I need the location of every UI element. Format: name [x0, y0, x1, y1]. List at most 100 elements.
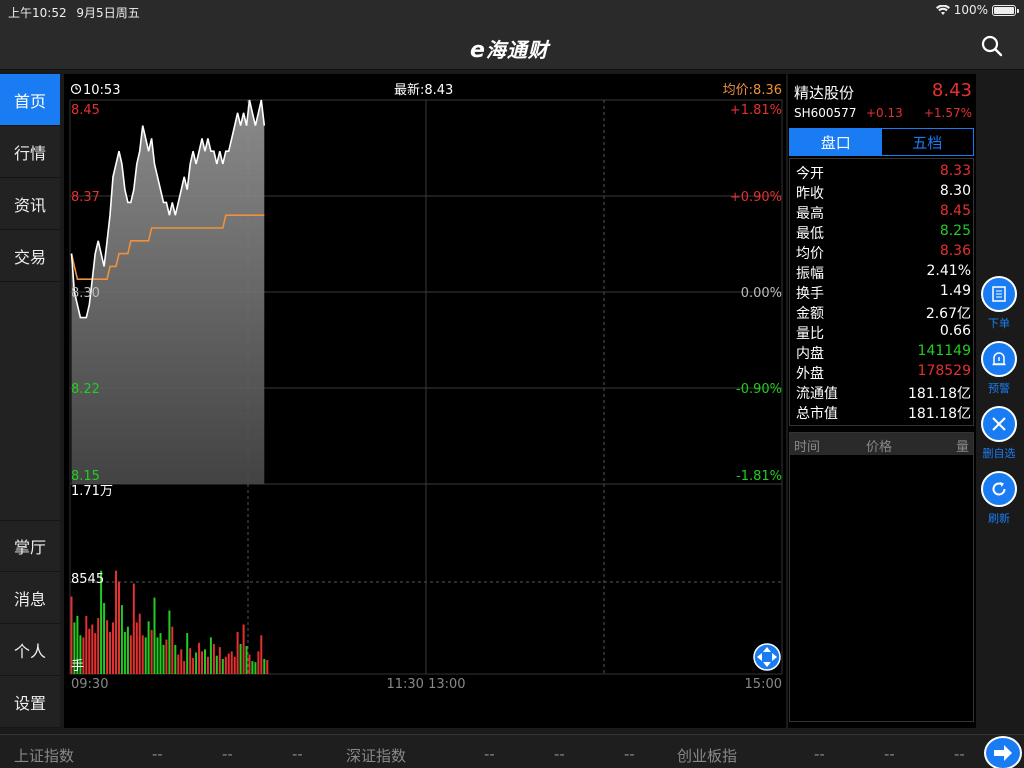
- index-change: --: [884, 745, 895, 763]
- stat-value: 181.18亿: [908, 406, 971, 422]
- volume-bar: [132, 583, 135, 674]
- search-icon[interactable]: [980, 34, 1004, 58]
- x-tick-label: 11:30 13:00: [386, 677, 465, 692]
- volume-bar: [150, 629, 153, 674]
- app-window: 上午10:52 9月5日周五 100% e海通财 首页 行情 资讯 交易 掌厅 …: [0, 0, 1024, 768]
- volume-bar: [141, 635, 144, 674]
- volume-bar: [94, 633, 97, 674]
- intraday-chart[interactable]: 10:53 最新:8.43 均价:8.36 8.45 8.37 8.30 8.2…: [64, 74, 786, 694]
- x-tick-label: 09:30: [71, 677, 108, 692]
- volume-bar: [260, 635, 263, 674]
- logo-e: e: [470, 38, 486, 63]
- sidebar-item-profile[interactable]: 个人: [0, 624, 60, 676]
- volume-bar: [159, 633, 162, 674]
- index-name-shenzhen[interactable]: 深证指数: [346, 745, 406, 766]
- trades-header-volume: 量: [955, 440, 969, 455]
- volume-bar: [263, 658, 266, 674]
- volume-bar: [224, 656, 227, 674]
- fullscreen-toggle-button[interactable]: [753, 643, 781, 671]
- status-time-date: 上午10:52 9月5日周五: [8, 4, 140, 21]
- volume-bar: [230, 651, 233, 674]
- volume-bar: [239, 643, 242, 674]
- pct-axis-label: +0.90%: [730, 190, 782, 205]
- stat-label: 振幅: [796, 266, 824, 282]
- volume-bar: [236, 632, 239, 674]
- sidebar: 首页 行情 资讯 交易 掌厅 消息 个人 设置: [0, 74, 60, 728]
- sidebar-item-home[interactable]: 首页: [0, 74, 60, 126]
- quote-tabs: 盘口 五档: [789, 128, 974, 156]
- price-axis-label: 8.37: [71, 190, 100, 205]
- volume-bar: [91, 624, 94, 674]
- logo-text: 海通财: [485, 38, 549, 62]
- index-name-shanghai[interactable]: 上证指数: [14, 745, 74, 766]
- volume-max-label: 1.71万: [71, 484, 113, 499]
- pct-axis-label: +1.81%: [730, 103, 782, 118]
- volume-bar: [227, 653, 230, 674]
- app-logo: e海通财: [470, 34, 549, 63]
- sidebar-item-label: 掌厅: [13, 538, 46, 557]
- volume-bar: [218, 647, 221, 674]
- stat-label: 外盘: [796, 366, 824, 382]
- sidebar-item-label: 首页: [13, 91, 46, 111]
- sidebar-item-messages[interactable]: 消息: [0, 572, 60, 624]
- trades-list[interactable]: 时间 价格 量: [789, 432, 974, 722]
- volume-bar: [126, 626, 129, 674]
- index-ticker-bar: 上证指数 -- -- -- 深证指数 -- -- -- 创业板指 -- -- -…: [0, 734, 1024, 768]
- index-name-chinext[interactable]: 创业板指: [677, 745, 737, 766]
- index-change: --: [554, 745, 565, 763]
- stat-value: 8.33: [939, 163, 971, 179]
- x-tick-label: 15:00: [745, 677, 782, 692]
- stock-price: 8.43: [931, 80, 972, 101]
- order-icon: [981, 276, 1017, 312]
- status-date: 9月5日周五: [76, 6, 140, 20]
- intraday-chart-panel[interactable]: 10:53 最新:8.43 均价:8.36 8.45 8.37 8.30 8.2…: [64, 74, 786, 728]
- index-change: --: [222, 745, 233, 763]
- close-icon: [981, 406, 1017, 442]
- volume-bar: [103, 603, 106, 674]
- volume-bar: [209, 637, 212, 674]
- stock-change-pct: +1.57%: [923, 106, 972, 120]
- stat-value: 8.30: [939, 183, 971, 199]
- sidebar-item-settings[interactable]: 设置: [0, 676, 60, 728]
- sidebar-item-hall[interactable]: 掌厅: [0, 520, 60, 572]
- stat-row: 最高 8.45: [794, 203, 971, 223]
- stat-row: 内盘 141149: [794, 343, 971, 363]
- remove-favorite-label: 删自选: [982, 447, 1016, 460]
- stat-label: 内盘: [796, 346, 824, 362]
- next-arrow-button[interactable]: [984, 736, 1022, 768]
- volume-bar: [198, 642, 201, 674]
- tab-five-levels[interactable]: 五档: [882, 129, 974, 155]
- sidebar-item-market[interactable]: 行情: [0, 126, 60, 178]
- chart-avg: 均价:8.36: [723, 83, 782, 98]
- volume-bar: [106, 620, 109, 674]
- sidebar-item-label: 个人: [13, 641, 46, 661]
- volume-bar: [195, 652, 198, 674]
- volume-bar: [109, 632, 111, 674]
- sidebar-item-news[interactable]: 资讯: [0, 178, 60, 230]
- stat-label: 今开: [796, 166, 824, 182]
- remove-favorite-button[interactable]: 删自选: [980, 406, 1018, 461]
- stat-label: 最低: [796, 226, 824, 242]
- wifi-icon: [935, 4, 950, 15]
- volume-bar: [174, 644, 177, 674]
- battery-percent: 100%: [953, 3, 988, 17]
- volume-bar: [85, 615, 88, 674]
- volume-bar: [112, 622, 114, 674]
- volume-bar: [221, 658, 224, 674]
- volume-bar: [165, 639, 168, 674]
- volume-mid-label: 8545: [71, 572, 104, 587]
- refresh-button[interactable]: 刷新: [980, 471, 1018, 526]
- alert-button[interactable]: 预警: [980, 341, 1018, 396]
- volume-bar: [97, 618, 100, 674]
- order-button[interactable]: 下单: [980, 276, 1018, 331]
- price-axis-label: 8.45: [71, 103, 100, 118]
- sidebar-item-trade[interactable]: 交易: [0, 230, 60, 282]
- volume-bar: [138, 613, 141, 674]
- index-value: --: [814, 745, 825, 763]
- tab-order-book[interactable]: 盘口: [790, 129, 882, 155]
- stat-value: 1.49: [939, 283, 971, 299]
- volume-bar: [118, 581, 120, 674]
- volume-bar: [156, 637, 159, 674]
- volume-unit-label: 手: [71, 659, 84, 674]
- stat-row: 昨收 8.30: [794, 183, 971, 203]
